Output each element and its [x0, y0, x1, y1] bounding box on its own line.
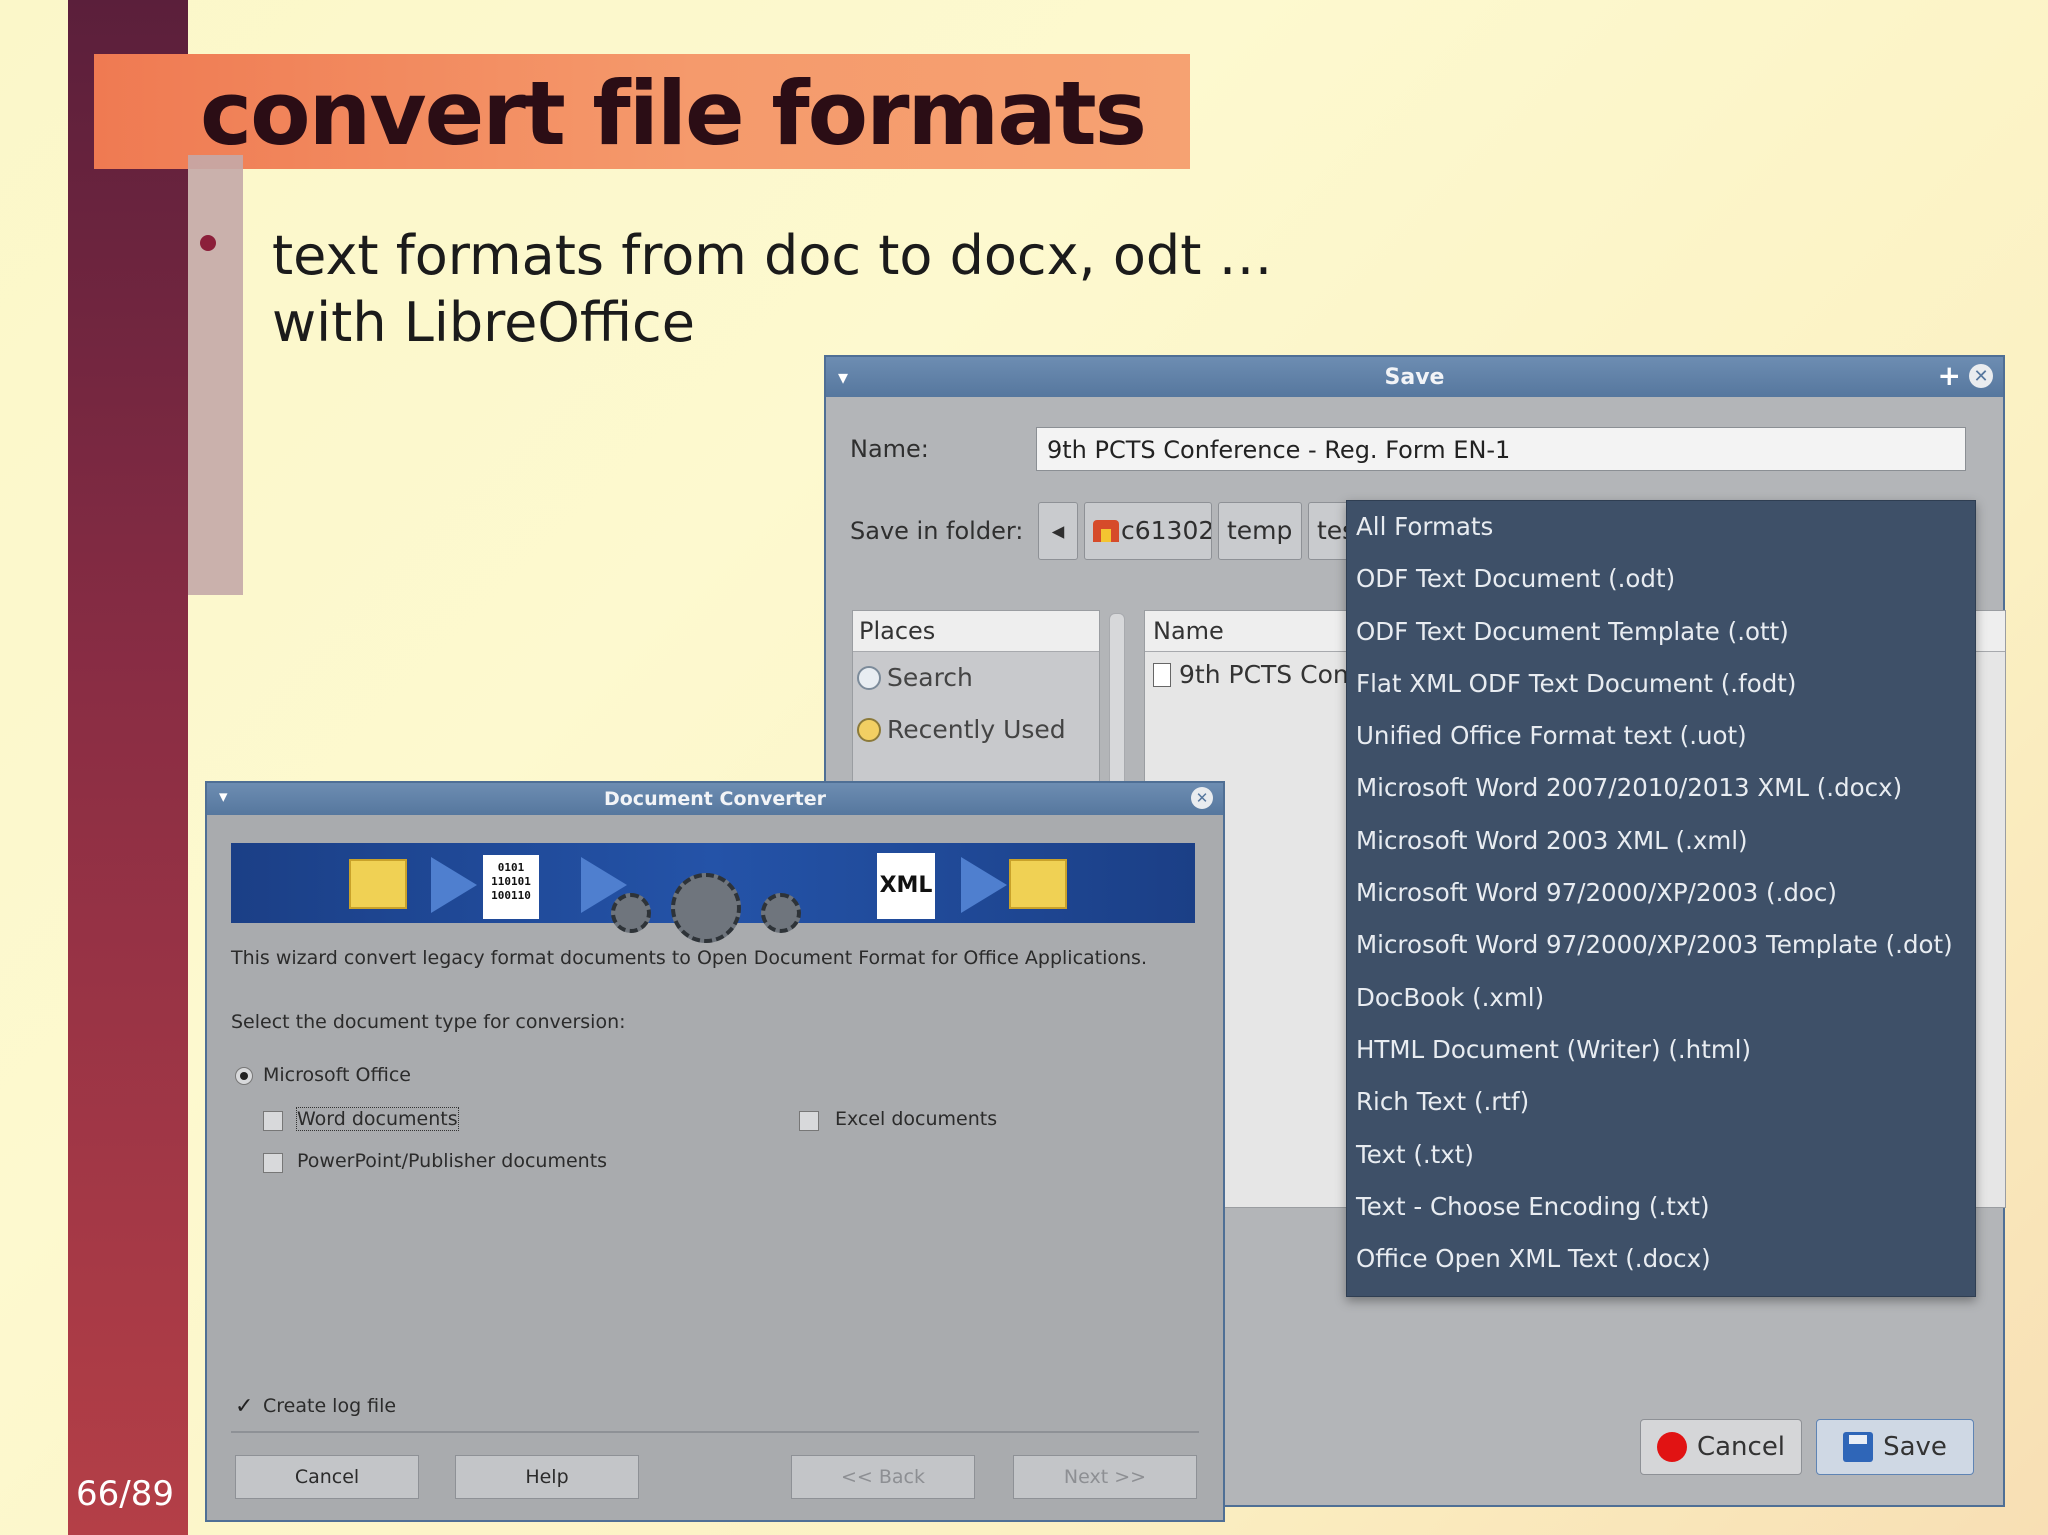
floppy-icon [1843, 1432, 1874, 1462]
place-recent[interactable]: Recently Used [853, 704, 1099, 756]
ppt-docs-checkbox[interactable] [263, 1153, 283, 1173]
slide-title: convert file formats [200, 62, 1147, 165]
file-type-dropdown[interactable]: All Formats ODF Text Document (.odt) ODF… [1346, 500, 1976, 1297]
crumb-back-button[interactable]: ◂ [1038, 502, 1078, 560]
save-button[interactable]: Save [1816, 1419, 1974, 1475]
clock-icon [857, 718, 881, 742]
arrow-icon [431, 857, 477, 913]
cancel-label: Cancel [1696, 1432, 1786, 1462]
ms-office-radio[interactable] [235, 1067, 253, 1085]
select-type-label: Select the document type for conversion: [231, 1011, 626, 1033]
help-button[interactable]: Help [455, 1455, 639, 1499]
ms-office-label[interactable]: Microsoft Office [263, 1064, 411, 1086]
bullet-text: text formats from doc to docx, odt … wit… [272, 222, 1273, 356]
slide-side-band [68, 0, 188, 1535]
cancel-icon [1656, 1432, 1687, 1462]
format-option[interactable]: DocBook (.xml) [1347, 972, 1975, 1024]
close-icon[interactable]: ✕ [1191, 787, 1213, 809]
format-option[interactable]: Microsoft Word 97/2000/XP/2003 (.doc) [1347, 867, 1975, 919]
maximize-icon[interactable]: + [1938, 362, 1961, 390]
window-menu-icon[interactable]: ▾ [838, 365, 848, 389]
converter-title: Document Converter [603, 788, 827, 810]
format-option[interactable]: Flat XML ODF Text Document (.fodt) [1347, 658, 1975, 710]
bullet-line-1: text formats from doc to docx, odt … [272, 224, 1273, 287]
divider [231, 1431, 1199, 1433]
document-icon [1153, 663, 1171, 687]
gear-icon [761, 893, 801, 933]
folder-icon [349, 859, 407, 909]
format-option[interactable]: All Formats [1347, 501, 1975, 553]
crumb-temp[interactable]: temp [1218, 502, 1302, 560]
place-search-label: Search [887, 663, 973, 692]
format-option[interactable]: ODF Text Document Template (.ott) [1347, 606, 1975, 658]
converter-description: This wizard convert legacy format docume… [231, 947, 1147, 969]
word-docs-label[interactable]: Word documents [296, 1107, 459, 1131]
place-search[interactable]: Search [853, 652, 1099, 704]
cancel-button[interactable]: Cancel [1640, 1419, 1802, 1475]
side-accent [188, 155, 243, 595]
name-label: Name: [850, 435, 929, 463]
format-option[interactable]: Microsoft Word 2003 XML (.xml) [1347, 815, 1975, 867]
xml-file-icon: XML [877, 853, 935, 919]
bullet-icon [200, 235, 216, 251]
places-header[interactable]: Places [853, 611, 1099, 652]
format-option[interactable]: Microsoft Word 97/2000/XP/2003 Template … [1347, 919, 1975, 971]
log-file-checkbox[interactable]: ✓ [235, 1396, 255, 1418]
gear-icon [671, 873, 741, 943]
home-icon [1093, 520, 1119, 542]
save-label: Save [1883, 1432, 1947, 1462]
format-option[interactable]: Office Open XML Text (.docx) [1347, 1233, 1975, 1285]
arrow-icon [961, 857, 1007, 913]
ppt-docs-label[interactable]: PowerPoint/Publisher documents [297, 1150, 607, 1172]
file-name: 9th PCTS Con [1179, 660, 1349, 689]
folder-label: Save in folder: [850, 517, 1024, 545]
crumb-home[interactable]: c61302 [1084, 502, 1212, 560]
filename-input[interactable]: 9th PCTS Conference - Reg. Form EN-1 [1036, 427, 1966, 471]
close-icon[interactable]: ✕ [1969, 364, 1993, 388]
format-option[interactable]: Unified Office Format text (.uot) [1347, 710, 1975, 762]
log-file-label[interactable]: Create log file [263, 1395, 396, 1417]
word-docs-checkbox[interactable] [263, 1111, 283, 1131]
page-number: 66/89 [76, 1474, 174, 1514]
back-button[interactable]: << Back [791, 1455, 975, 1499]
format-option[interactable]: ODF Text Document (.odt) [1347, 553, 1975, 605]
converter-cancel-button[interactable]: Cancel [235, 1455, 419, 1499]
crumb-home-label: c61302 [1121, 516, 1212, 545]
document-converter-dialog: ▾ Document Converter ✕ 0101 110101 10011… [205, 781, 1225, 1522]
format-option[interactable]: Microsoft Word 2007/2010/2013 XML (.docx… [1347, 762, 1975, 814]
place-recent-label: Recently Used [887, 715, 1066, 744]
search-icon [857, 666, 881, 690]
save-titlebar[interactable]: ▾ Save + ✕ [826, 357, 2003, 397]
bullet-line-2: with LibreOffice [272, 291, 695, 354]
converter-banner: 0101 110101 100110 XML [231, 843, 1195, 943]
format-option[interactable]: Text (.txt) [1347, 1129, 1975, 1181]
excel-docs-checkbox[interactable] [799, 1111, 819, 1131]
save-title: Save [1384, 364, 1445, 390]
folder-icon [1009, 859, 1067, 909]
format-option[interactable]: Rich Text (.rtf) [1347, 1076, 1975, 1128]
next-button[interactable]: Next >> [1013, 1455, 1197, 1499]
gear-icon [611, 893, 651, 933]
format-option[interactable]: HTML Document (Writer) (.html) [1347, 1024, 1975, 1076]
excel-docs-label[interactable]: Excel documents [835, 1108, 997, 1130]
format-option[interactable]: Text - Choose Encoding (.txt) [1347, 1181, 1975, 1233]
converter-titlebar[interactable]: ▾ Document Converter ✕ [207, 783, 1223, 815]
binary-file-icon: 0101 110101 100110 [483, 855, 539, 919]
window-menu-icon[interactable]: ▾ [219, 787, 228, 807]
